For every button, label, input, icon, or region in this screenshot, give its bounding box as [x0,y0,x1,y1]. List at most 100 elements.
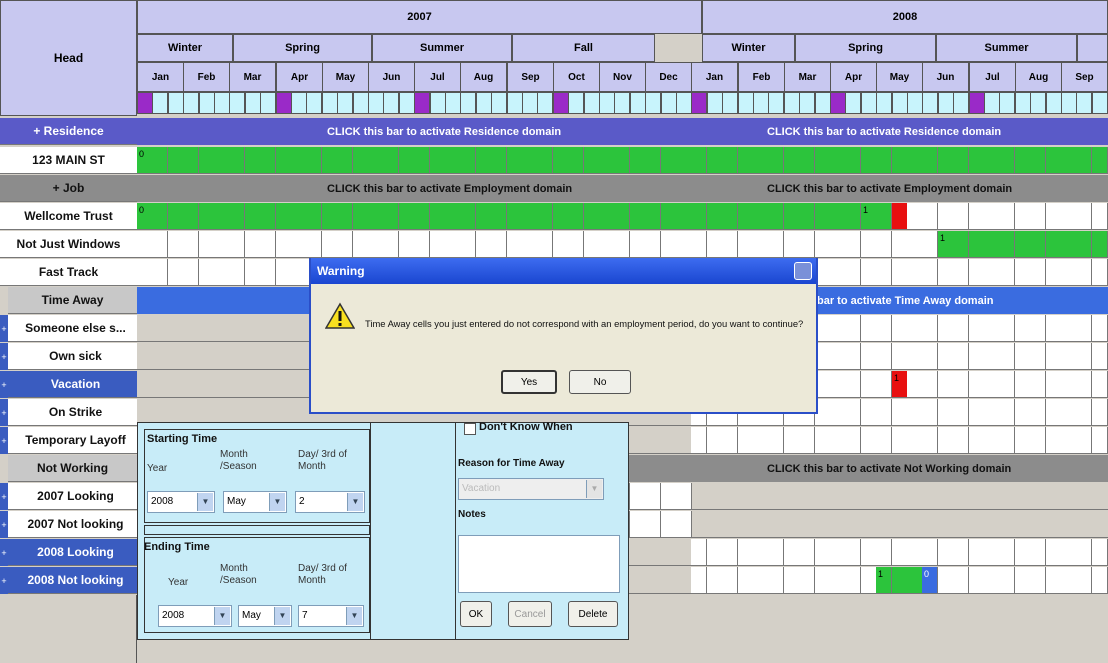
timeline-cell[interactable] [861,259,877,285]
timeline-cell[interactable] [1015,539,1031,565]
timeline-cell[interactable] [1030,371,1046,397]
timeline-cell[interactable] [892,231,908,257]
timeline-cell[interactable] [383,231,399,257]
period-indicator[interactable] [306,92,322,114]
expand-icon[interactable]: + [0,399,8,426]
month-header[interactable]: Jun [922,62,969,92]
period-indicator[interactable] [753,92,769,114]
timeline-cell[interactable] [322,147,338,173]
timeline-cell[interactable] [892,203,908,229]
timeline-cell[interactable] [229,147,245,173]
timeline-cell[interactable] [707,539,723,565]
timeline-cell[interactable] [245,259,261,285]
timeline-cell[interactable] [1015,371,1031,397]
period-indicator[interactable] [322,92,338,114]
period-indicator[interactable] [1076,92,1092,114]
timeline-cell[interactable] [137,231,153,257]
timeline-cell[interactable] [861,371,877,397]
timeline-cell[interactable] [1030,259,1046,285]
timeline-cell[interactable] [999,203,1015,229]
timeline-cell[interactable] [676,483,692,509]
not-working-section[interactable]: Not Working [8,455,137,482]
period-indicator[interactable] [953,92,969,114]
timeline-cell[interactable] [291,231,307,257]
expand-icon[interactable]: + [0,315,8,342]
timeline-cell[interactable] [322,231,338,257]
row-temporary-layoff[interactable]: Temporary Layoff [8,427,137,454]
timeline-cell[interactable] [753,231,769,257]
timeline-cell[interactable] [738,203,754,229]
row-2007-looking[interactable]: 2007 Looking [8,483,137,510]
timeline-cell[interactable] [1030,427,1046,453]
timeline-cell[interactable] [1046,427,1062,453]
timeline-cell[interactable] [1076,539,1092,565]
timeline-cell[interactable] [845,147,861,173]
timeline-cell[interactable] [1061,343,1077,369]
period-indicator[interactable] [676,92,692,114]
timeline-cell[interactable] [999,427,1015,453]
month-header[interactable]: Nov [599,62,646,92]
timeline-cell[interactable] [645,147,661,173]
timeline-cell[interactable] [1046,203,1062,229]
timeline-cell[interactable] [907,567,923,593]
timeline-cell[interactable] [876,231,892,257]
timeline-cell[interactable] [1076,203,1092,229]
timeline-cell[interactable] [984,427,1000,453]
timeline-cell[interactable] [1046,343,1062,369]
row-wellcome-trust[interactable]: Wellcome Trust [0,203,137,230]
period-indicator[interactable] [276,92,292,114]
timeline-cell[interactable] [953,231,969,257]
period-indicator[interactable] [445,92,461,114]
timeline-cell[interactable] [1092,539,1108,565]
cancel-button[interactable]: Cancel [508,601,552,627]
timeline-cell[interactable]: 0 [922,567,938,593]
timeline-cell[interactable] [999,315,1015,341]
timeline-cell[interactable] [922,231,938,257]
timeline-cell[interactable] [445,147,461,173]
period-indicator[interactable] [476,92,492,114]
timeline-cell[interactable] [630,511,646,537]
timeline-cell[interactable] [969,231,985,257]
timeline-cell[interactable] [507,231,523,257]
timeline-cell[interactable] [845,567,861,593]
timeline-cell[interactable] [214,203,230,229]
timeline-cell[interactable] [630,203,646,229]
timeline-cell[interactable] [753,539,769,565]
timeline-cell[interactable] [1076,567,1092,593]
timeline-cell[interactable] [815,203,831,229]
timeline-cell[interactable] [507,203,523,229]
month-header[interactable]: Sep [507,62,554,92]
timeline-cell[interactable] [1076,259,1092,285]
timeline-cell[interactable]: 1 [892,371,908,397]
timeline-cell[interactable] [969,315,985,341]
row-2008-looking[interactable]: 2008 Looking [8,539,137,566]
timeline-cell[interactable] [845,343,861,369]
timeline-cell[interactable] [722,231,738,257]
timeline-cell[interactable] [922,539,938,565]
timeline-cell[interactable] [969,567,985,593]
period-indicator[interactable] [537,92,553,114]
timeline-cell[interactable] [183,203,199,229]
timeline-cell[interactable] [753,203,769,229]
timeline-cell[interactable] [784,231,800,257]
timeline-cell[interactable] [1092,315,1108,341]
timeline-cell[interactable] [738,539,754,565]
timeline-cell[interactable] [368,147,384,173]
timeline-cell[interactable] [799,147,815,173]
period-indicator[interactable] [876,92,892,114]
timeline-cell[interactable] [845,399,861,425]
period-indicator[interactable] [969,92,985,114]
timeline-cell[interactable] [1076,343,1092,369]
timeline-cell[interactable] [1030,567,1046,593]
timeline-cell[interactable] [830,427,846,453]
month-header[interactable]: Sep [1061,62,1108,92]
timeline-cell[interactable] [476,203,492,229]
period-indicator[interactable] [738,92,754,114]
month-header[interactable]: May [322,62,369,92]
timeline-cell[interactable] [1092,371,1108,397]
period-indicator[interactable] [630,92,646,114]
timeline-cell[interactable] [830,259,846,285]
timeline-cell[interactable] [661,231,677,257]
period-indicator[interactable] [460,92,476,114]
timeline-cell[interactable] [630,483,646,509]
